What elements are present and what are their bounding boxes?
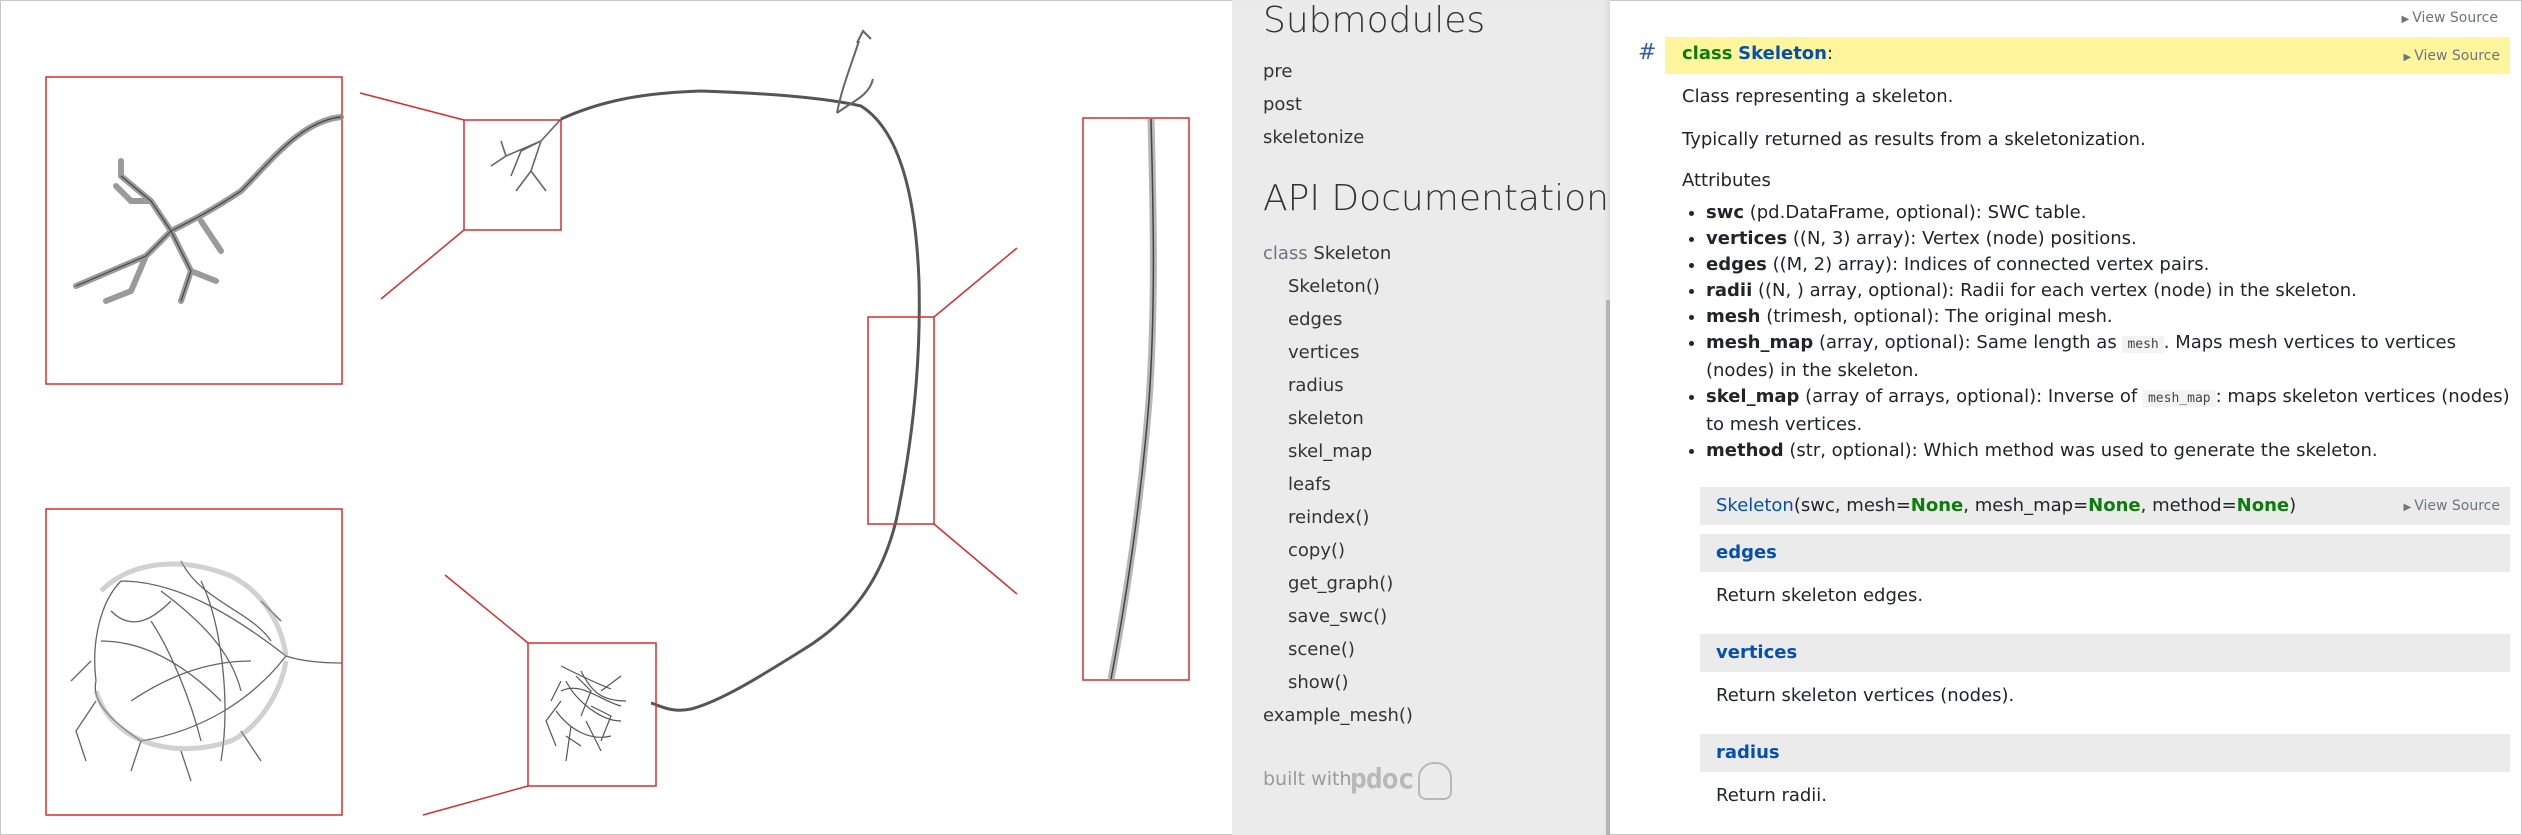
class-header: class Skeleton: ▶ View Source (1665, 37, 2510, 74)
inset-right (1082, 117, 1190, 681)
attribute-item: swc (pd.DataFrame, optional): SWC table. (1706, 200, 2522, 226)
sidebar-item-vertices[interactable]: vertices (1288, 342, 1360, 363)
attribute-item: vertices ((N, 3) array): Vertex (node) p… (1706, 226, 2522, 252)
sidebar-item-example-mesh[interactable]: example_mesh() (1263, 705, 1413, 726)
attribute-name: method (1706, 440, 1784, 461)
class-keyword: class (1682, 43, 1733, 64)
view-source-toggle-module[interactable]: ▶ View Source (2402, 10, 2498, 26)
attribute-desc: (trimesh, optional): The original mesh. (1760, 306, 2113, 327)
api-documentation-heading: API Documentation (1263, 178, 1609, 219)
attribute-desc: (array of arrays, optional): Inverse of (1799, 386, 2143, 407)
constructor-signature: Skeleton(swc, mesh=None, mesh_map=None, … (1700, 487, 2510, 525)
view-source-label: View Source (2414, 48, 2500, 64)
attribute-desc: (str, optional): Which method was used t… (1783, 440, 2378, 461)
main-content: ▶ View Source # class Skeleton: ▶ View Sou… (1612, 0, 2522, 835)
sidebar-item-edges[interactable]: edges (1288, 309, 1342, 330)
attribute-name: radii (1706, 280, 1753, 301)
view-source-toggle-constructor[interactable]: ▶ View Source (2404, 498, 2500, 514)
sidebar-item-skeleton-constructor[interactable]: Skeleton() (1288, 276, 1380, 297)
triangle-right-icon: ▶ (2401, 14, 2410, 25)
class-name: Skeleton (1313, 243, 1392, 264)
anchor-link[interactable]: # (1638, 40, 1656, 65)
attribute-desc: (pd.DataFrame, optional): SWC table. (1744, 202, 2087, 223)
attribute-name: swc (1706, 202, 1745, 223)
member-desc-vertices: Return skeleton vertices (nodes). (1716, 685, 2015, 706)
attribute-desc: ((N, ) array, optional): Radii for each … (1752, 280, 2357, 301)
attribute-name: skel_map (1706, 386, 1800, 407)
sidebar-item-pre[interactable]: pre (1263, 61, 1293, 82)
sidebar-scrollbar[interactable] (1606, 300, 1610, 835)
member-header-radius: radius (1700, 734, 2510, 772)
attribute-item: edges ((M, 2) array): Indices of connect… (1706, 252, 2522, 278)
sidebar-item-class-skeleton[interactable]: class Skeleton (1263, 243, 1391, 264)
attributes-heading: Attributes (1682, 170, 1771, 191)
zoom-callouts (45, 76, 1190, 816)
attribute-name: edges (1706, 254, 1767, 275)
neuron-axon (560, 89, 921, 712)
inline-code: mesh_map (2142, 390, 2216, 407)
inset-right-axon (1107, 118, 1157, 680)
sidebar-item-skeletonize[interactable]: skeletonize (1263, 127, 1364, 148)
bottom-dendrite-cluster (545, 665, 627, 762)
member-name-radius[interactable]: radius (1716, 742, 1780, 763)
view-source-label: View Source (2412, 10, 2498, 26)
view-source-label: View Source (2414, 498, 2500, 514)
inset-top-left (45, 76, 343, 385)
inset-bottom-left-cluster (70, 560, 343, 782)
attribute-item: radii ((N, ) array, optional): Radii for… (1706, 278, 2522, 304)
member-header-vertices: vertices (1700, 634, 2510, 672)
sidebar-item-radius[interactable]: radius (1288, 375, 1344, 396)
attribute-item: method (str, optional): Which method was… (1706, 438, 2522, 464)
zoom-box-top (463, 119, 562, 231)
sidebar-item-show[interactable]: show() (1288, 672, 1349, 693)
class-summary: Class representing a skeleton. (1682, 86, 1954, 107)
triangle-right-icon: ▶ (2403, 52, 2412, 63)
class-keyword: class (1263, 243, 1308, 264)
class-name: Skeleton (1738, 43, 1827, 64)
member-header-edges: edges (1700, 534, 2510, 572)
triangle-right-icon: ▶ (2403, 502, 2412, 513)
attributes-list: swc (pd.DataFrame, optional): SWC table.… (1682, 200, 2522, 464)
sidebar-item-scene[interactable]: scene() (1288, 639, 1355, 660)
sidebar-item-reindex[interactable]: reindex() (1288, 507, 1369, 528)
zoom-box-bottom (527, 642, 657, 787)
attribute-desc: ((N, 3) array): Vertex (node) positions. (1787, 228, 2137, 249)
sidebar-item-post[interactable]: post (1263, 94, 1302, 115)
pdoc-logo[interactable]: pdoc (1350, 762, 1414, 795)
view-source-toggle-class[interactable]: ▶ View Source (2404, 48, 2500, 64)
attribute-desc: (array, optional): Same length as (1813, 332, 2123, 353)
attribute-item: mesh_map (array, optional): Same length … (1706, 330, 2522, 384)
attribute-item: mesh (trimesh, optional): The original m… (1706, 304, 2522, 330)
pdoc-cat-icon (1418, 762, 1452, 800)
member-name-vertices[interactable]: vertices (1716, 642, 1797, 663)
class-typically: Typically returned as results from a ske… (1682, 129, 2146, 150)
built-with-text: built with (1263, 768, 1352, 790)
sidebar-item-get-graph[interactable]: get_graph() (1288, 573, 1393, 594)
inline-code: mesh (2122, 336, 2164, 353)
class-colon: : (1826, 43, 1834, 64)
submodules-heading: Submodules (1263, 0, 1486, 41)
sidebar-item-copy[interactable]: copy() (1288, 540, 1345, 561)
top-dendrite-cluster (490, 118, 562, 192)
member-desc-radius: Return radii. (1716, 785, 1828, 806)
sidebar-item-leafs[interactable]: leafs (1288, 474, 1331, 495)
sidebar-item-save-swc[interactable]: save_swc() (1288, 606, 1387, 627)
sidebar-item-skel-map[interactable]: skel_map (1288, 441, 1372, 462)
neuron-illustration (1, 1, 1231, 833)
member-name-edges[interactable]: edges (1716, 542, 1777, 563)
member-desc-edges: Return skeleton edges. (1716, 585, 1924, 606)
attribute-name: vertices (1706, 228, 1788, 249)
neuron-figure (45, 29, 1190, 816)
attribute-name: mesh (1706, 306, 1761, 327)
attribute-name: mesh_map (1706, 332, 1814, 353)
attribute-item: skel_map (array of arrays, optional): In… (1706, 384, 2522, 438)
inset-top-left-branches (73, 114, 344, 304)
sidebar-item-skeleton[interactable]: skeleton (1288, 408, 1364, 429)
signature-name[interactable]: Skeleton (1716, 495, 1794, 516)
sidebar: Submodules pre post skeletonize API Docu… (1232, 0, 1610, 835)
attribute-desc: ((M, 2) array): Indices of connected ver… (1766, 254, 2210, 275)
